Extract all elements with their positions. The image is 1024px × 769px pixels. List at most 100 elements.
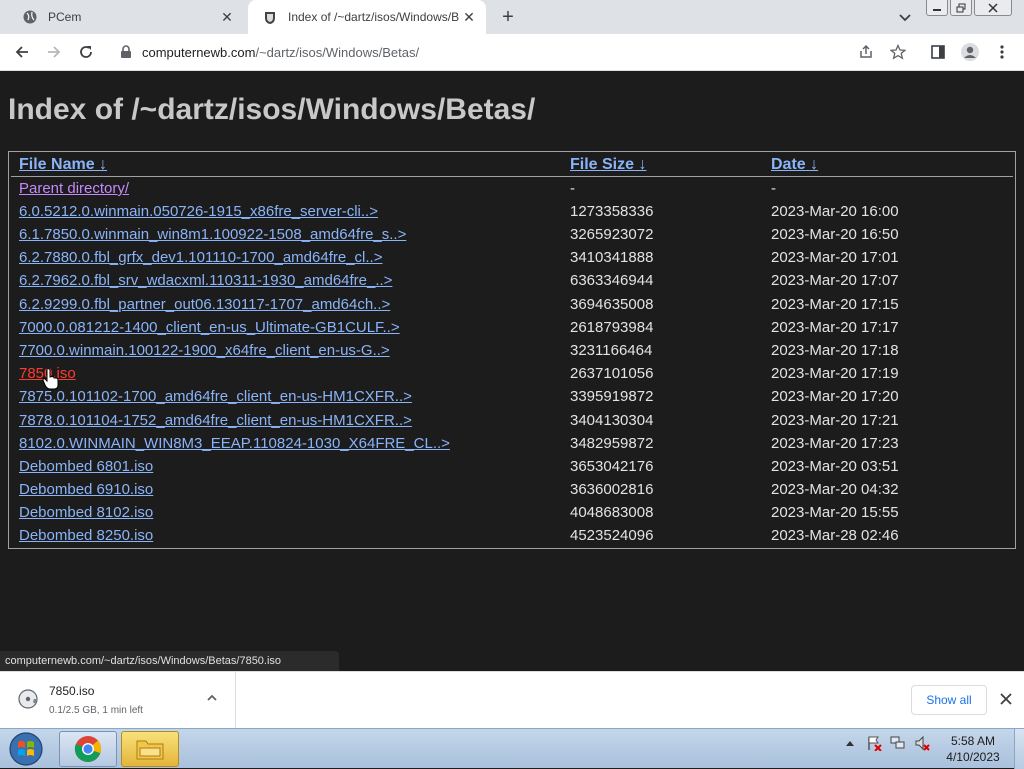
- clock-time: 5:58 AM: [950, 734, 996, 748]
- table-row: 7850.iso26371010562023-Mar-20 17:19: [9, 363, 1015, 386]
- file-link[interactable]: 7878.0.101104-1752_amd64fre_client_en-us…: [19, 412, 412, 429]
- table-row: 6.2.7880.0.fbl_grfx_dev1.101110-1700_amd…: [9, 247, 1015, 270]
- restore-button[interactable]: [950, 0, 972, 16]
- file-link[interactable]: 8102.0.WINMAIN_WIN8M3_EEAP.110824-1030_X…: [19, 435, 450, 452]
- file-link[interactable]: 6.2.9299.0.fbl_partner_out06.130117-1707…: [19, 296, 390, 313]
- file-link[interactable]: Debombed 8102.iso: [19, 504, 153, 521]
- file-date: 2023-Mar-20 04:32: [771, 481, 899, 498]
- column-header-size[interactable]: File Size ↓: [570, 156, 646, 174]
- file-size: 3395919872: [570, 388, 654, 405]
- column-header-label: File Size: [570, 156, 635, 173]
- parent-directory-link[interactable]: Parent directory/: [19, 180, 129, 197]
- taskbar-explorer-button[interactable]: [121, 731, 179, 767]
- file-link[interactable]: 6.1.7850.0.winmain_win8m1.100922-1508_am…: [19, 226, 406, 243]
- close-shelf-icon[interactable]: [998, 691, 1014, 707]
- file-size: 4048683008: [570, 504, 654, 521]
- share-icon[interactable]: [856, 42, 876, 62]
- download-shelf: 7850.iso 0.1/2.5 GB, 1 min left Show all: [0, 671, 1024, 728]
- table-row: 7878.0.101104-1752_amd64fre_client_en-us…: [9, 410, 1015, 433]
- system-tray: [842, 735, 930, 751]
- file-link[interactable]: 7700.0.winmain.100122-1900_x64fre_client…: [19, 342, 390, 359]
- table-row: 6.2.9299.0.fbl_partner_out06.130117-1707…: [9, 294, 1015, 317]
- address-bar[interactable]: computernewb.com/~dartz/isos/Windows/Bet…: [110, 38, 920, 66]
- close-window-button[interactable]: [974, 0, 1012, 16]
- close-tab-icon[interactable]: ✕: [460, 8, 478, 26]
- download-progress-text: 0.1/2.5 GB, 1 min left: [49, 705, 143, 716]
- tab-pcem[interactable]: PCem ✕: [8, 0, 244, 34]
- file-size: 6363346944: [570, 272, 654, 289]
- file-date: 2023-Mar-20 17:15: [771, 296, 899, 313]
- taskbar-clock[interactable]: 5:58 AM 4/10/2023: [940, 733, 1006, 765]
- tab-title: PCem: [48, 10, 82, 24]
- file-date: 2023-Mar-20 17:18: [771, 342, 899, 359]
- file-link[interactable]: 6.2.7962.0.fbl_srv_wdacxml.110311-1930_a…: [19, 272, 392, 289]
- file-size: 3410341888: [570, 249, 654, 266]
- table-row: Debombed 6801.iso 3653042176 2023-Mar-20 0…: [9, 456, 1015, 479]
- file-date: 2023-Mar-20 17:21: [771, 412, 899, 429]
- show-all-button[interactable]: Show all: [911, 685, 987, 715]
- file-date: -: [771, 180, 776, 197]
- action-center-flag-icon[interactable]: [866, 735, 882, 751]
- file-size: 4523524096: [570, 527, 654, 544]
- bookmark-star-icon[interactable]: [888, 42, 908, 62]
- link-status-bar: computernewb.com/~dartz/isos/Windows/Bet…: [0, 651, 339, 671]
- table-row: 6.2.7962.0.fbl_srv_wdacxml.110311-1930_a…: [9, 270, 1015, 293]
- sort-arrow-icon: ↓: [810, 156, 819, 173]
- forward-icon[interactable]: [44, 42, 64, 62]
- file-link[interactable]: 6.0.5212.0.winmain.050726-1915_x86fre_se…: [19, 203, 378, 220]
- clock-date: 4/10/2023: [946, 750, 1000, 764]
- site-favicon-icon: [262, 9, 278, 25]
- hand-pointer-cursor-icon: [42, 368, 60, 390]
- taskbar-chrome-button[interactable]: [59, 731, 117, 767]
- window-controls: [926, 0, 1012, 16]
- back-icon[interactable]: [12, 42, 32, 62]
- url-host: computernewb.com: [142, 44, 256, 60]
- file-link[interactable]: 6.2.7880.0.fbl_grfx_dev1.101110-1700_amd…: [19, 249, 382, 266]
- column-header-date[interactable]: Date ↓: [771, 156, 818, 174]
- disc-file-icon: [17, 688, 39, 710]
- table-row: 7000.0.081212-1400_client_en-us_Ultimate…: [9, 317, 1015, 340]
- tab-search-icon[interactable]: [896, 8, 914, 26]
- reload-icon[interactable]: [76, 42, 96, 62]
- profile-avatar-icon[interactable]: [960, 42, 980, 62]
- side-panel-icon[interactable]: [928, 42, 948, 62]
- column-header-name[interactable]: File Name ↓: [19, 156, 107, 174]
- menu-kebab-icon[interactable]: [992, 42, 1012, 62]
- minimize-button[interactable]: [926, 0, 948, 16]
- globe-icon: [22, 9, 38, 25]
- download-filename: 7850.iso: [49, 684, 95, 698]
- file-date: 2023-Mar-20 17:23: [771, 435, 899, 452]
- chevron-up-icon[interactable]: [204, 690, 220, 706]
- sort-arrow-icon: ↓: [99, 156, 108, 173]
- tab-strip: PCem ✕ Index of /~dartz/isos/Windows/B ✕…: [0, 0, 1024, 34]
- show-desktop-button[interactable]: [1014, 729, 1024, 769]
- file-link[interactable]: Debombed 8250.iso: [19, 527, 153, 544]
- new-tab-button[interactable]: +: [498, 7, 518, 27]
- close-tab-icon[interactable]: ✕: [218, 8, 236, 26]
- lock-icon[interactable]: [120, 45, 134, 59]
- header-divider: [11, 176, 1013, 177]
- file-link[interactable]: 7875.0.101102-1700_amd64fre_client_en-us…: [19, 388, 412, 405]
- file-size: 3694635008: [570, 296, 654, 313]
- file-link[interactable]: Debombed 6801.iso: [19, 458, 153, 475]
- windows-taskbar: 5:58 AM 4/10/2023: [0, 728, 1024, 769]
- file-date: 2023-Mar-20 17:07: [771, 272, 899, 289]
- tab-index[interactable]: Index of /~dartz/isos/Windows/B ✕: [248, 0, 486, 34]
- table-row: Debombed 6910.iso 3636002816 2023-Mar-20 0…: [9, 479, 1015, 502]
- network-icon[interactable]: [890, 735, 906, 751]
- page-content: Index of /~dartz/isos/Windows/Betas/ Fil…: [0, 71, 1024, 671]
- table-row: Debombed 8250.iso 4523524096 2023-Mar-28 0…: [9, 525, 1015, 548]
- file-date: 2023-Mar-20 16:00: [771, 203, 899, 220]
- file-size: 2637101056: [570, 365, 654, 382]
- file-date: 2023-Mar-20 17:17: [771, 319, 899, 336]
- file-link[interactable]: 7000.0.081212-1400_client_en-us_Ultimate…: [19, 319, 400, 336]
- file-link[interactable]: Debombed 6910.iso: [19, 481, 153, 498]
- table-row: 7875.0.101102-1700_amd64fre_client_en-us…: [9, 386, 1015, 409]
- volume-muted-icon[interactable]: [914, 735, 930, 751]
- file-date: 2023-Mar-20 17:01: [771, 249, 899, 266]
- download-item[interactable]: 7850.iso 0.1/2.5 GB, 1 min left: [0, 672, 236, 728]
- start-button[interactable]: [4, 730, 48, 768]
- file-size: 2618793984: [570, 319, 654, 336]
- tray-expand-icon[interactable]: [842, 735, 858, 751]
- browser-toolbar: computernewb.com/~dartz/isos/Windows/Bet…: [0, 34, 1024, 71]
